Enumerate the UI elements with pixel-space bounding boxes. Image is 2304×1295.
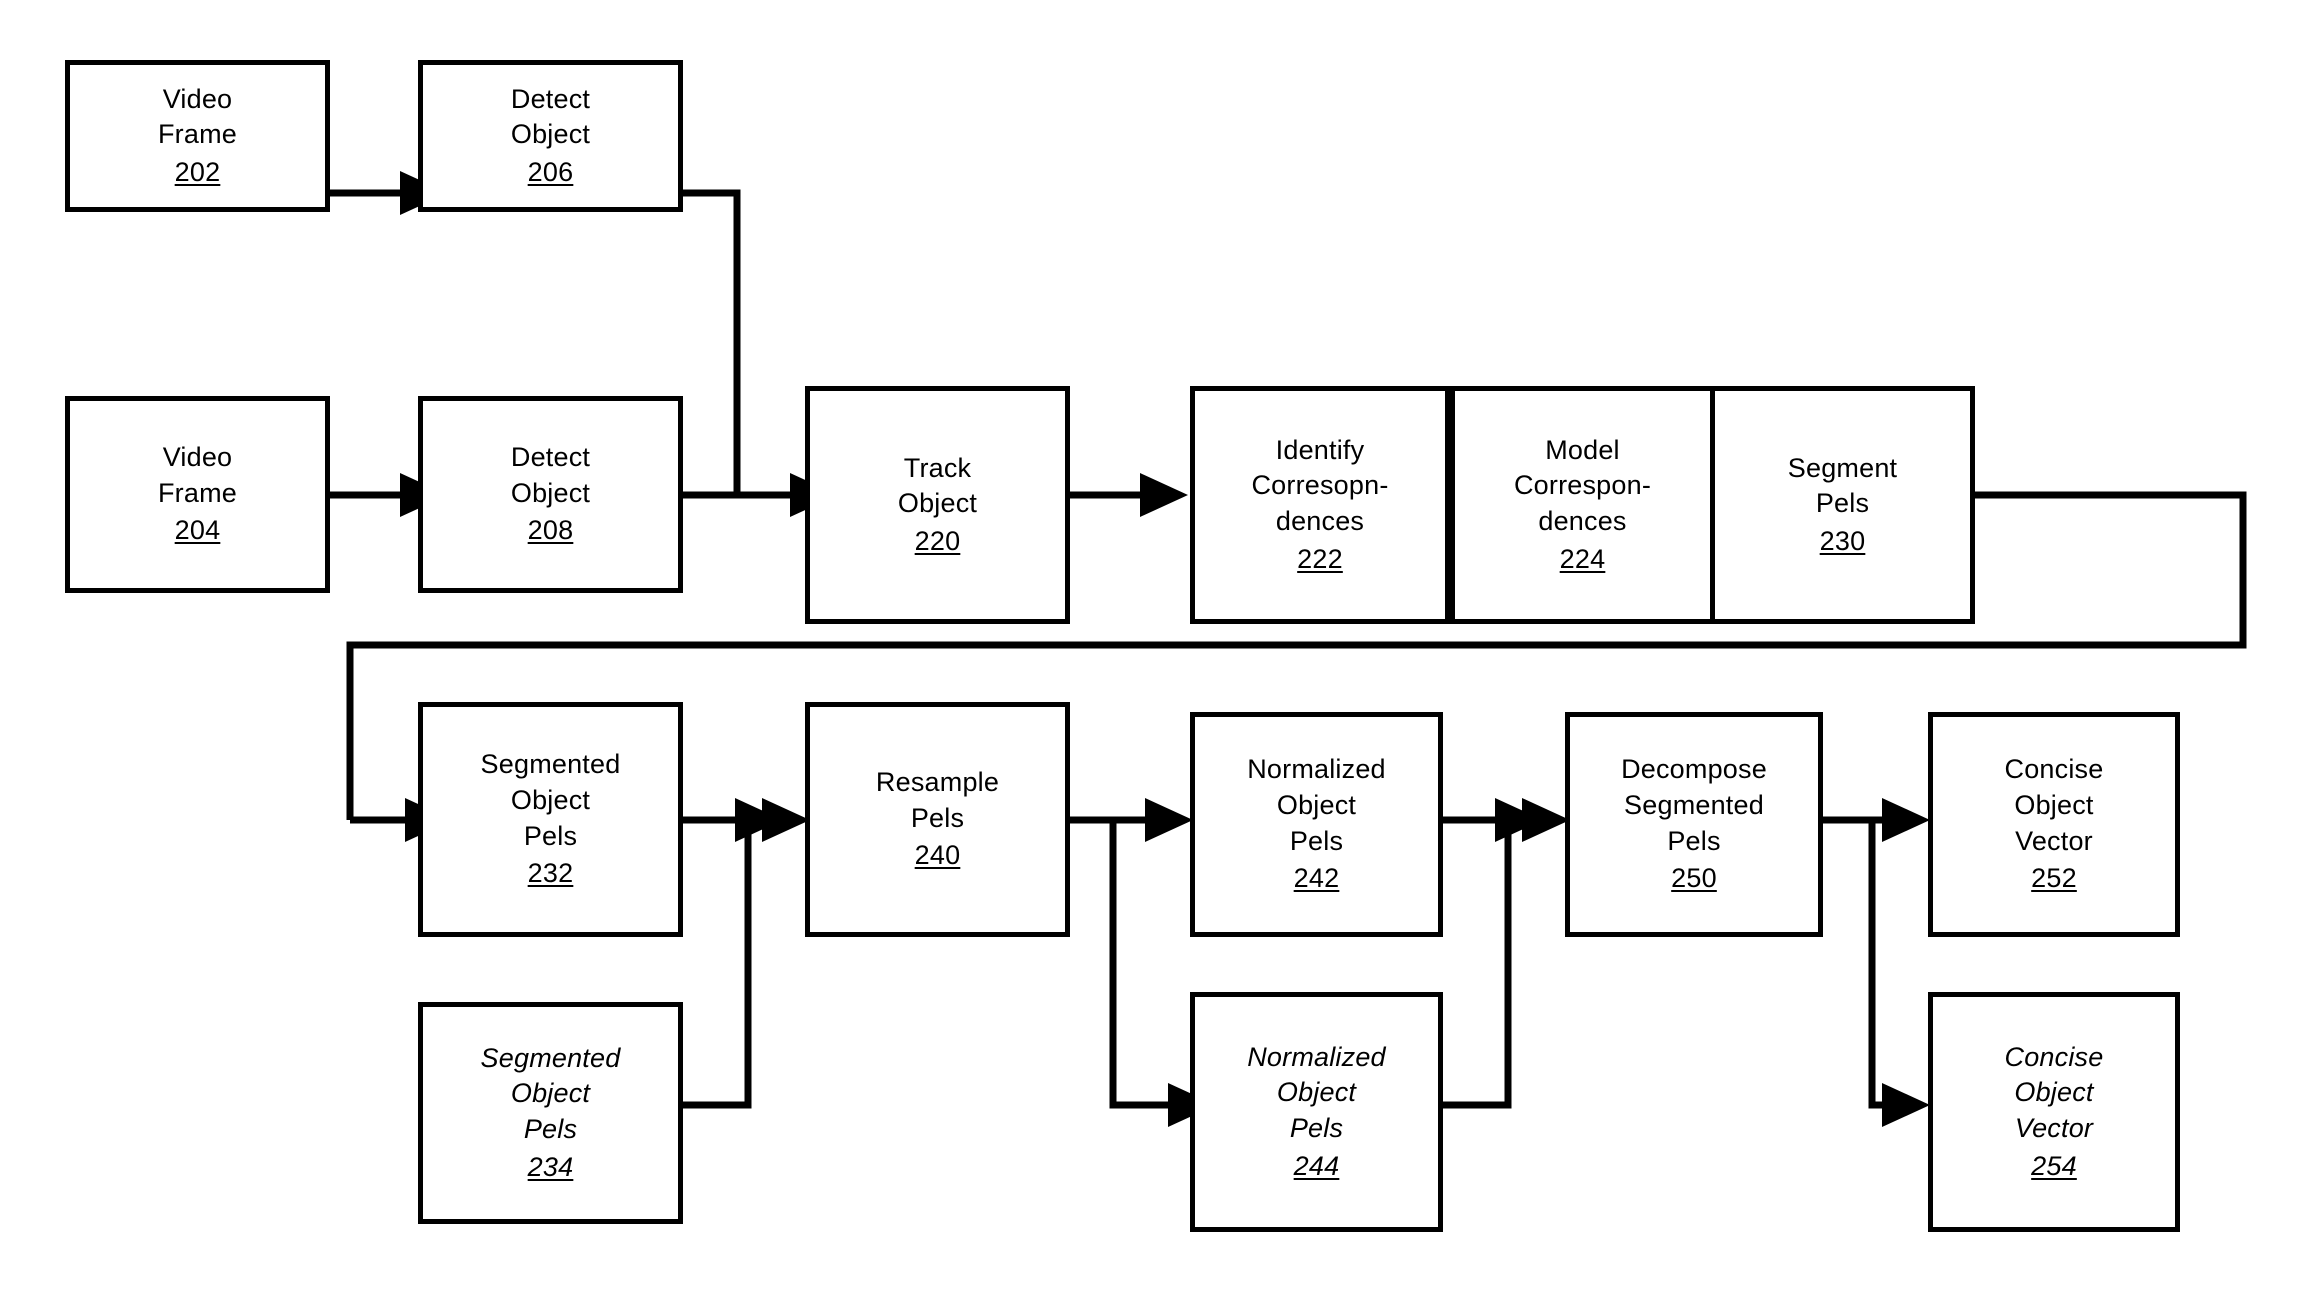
node-line: Vector bbox=[2014, 1113, 2094, 1143]
node-reference-number: 252 bbox=[2031, 863, 2077, 894]
node-line: Corresopn- bbox=[1251, 470, 1389, 501]
node-reference-number: 204 bbox=[174, 515, 221, 546]
node-normalized-object-pels-244[interactable]: Normalized Object Pels 244 bbox=[1190, 992, 1443, 1232]
node-reference-number: 224 bbox=[1559, 543, 1606, 574]
node-line: Detect bbox=[510, 83, 591, 114]
node-line: Pels bbox=[910, 802, 965, 833]
node-reference-number: 206 bbox=[527, 156, 574, 187]
node-concise-object-vector-252[interactable]: Concise Object Vector 252 bbox=[1928, 712, 2180, 937]
node-line: Segmented bbox=[480, 749, 621, 780]
node-line: Object bbox=[510, 1078, 591, 1109]
connector-242-250 bbox=[1443, 798, 1570, 842]
node-reference-number: 222 bbox=[1297, 543, 1343, 574]
node-reference-number: 244 bbox=[1293, 1150, 1340, 1181]
node-line: dences bbox=[1538, 506, 1627, 536]
node-video-frame-204[interactable]: Video Frame 204 bbox=[65, 396, 330, 593]
node-line: Object bbox=[2014, 1077, 2094, 1108]
node-reference-number: 230 bbox=[1819, 525, 1866, 556]
node-line: Video bbox=[162, 442, 233, 473]
node-line: Pels bbox=[1289, 825, 1344, 856]
node-reference-number: 242 bbox=[1293, 863, 1340, 894]
node-line: Object bbox=[510, 784, 591, 815]
node-line: Segment bbox=[1787, 452, 1898, 483]
node-line: Decompose bbox=[1621, 754, 1767, 785]
node-line: Normalized bbox=[1247, 1041, 1386, 1072]
node-line: Identify bbox=[1275, 434, 1365, 465]
node-detect-object-208[interactable]: Detect Object 208 bbox=[418, 396, 683, 593]
node-resample-pels-240[interactable]: Resample Pels 240 bbox=[805, 702, 1070, 937]
node-detect-object-206[interactable]: Detect Object 206 bbox=[418, 60, 683, 212]
node-line: Correspon- bbox=[1513, 470, 1652, 501]
node-line: Resample bbox=[875, 767, 1000, 798]
node-line: Normalized bbox=[1247, 754, 1386, 785]
node-line: Detect bbox=[510, 442, 591, 473]
node-reference-number: 208 bbox=[527, 515, 574, 546]
node-line: Segmented bbox=[480, 1042, 621, 1073]
node-video-frame-202[interactable]: Video Frame 202 bbox=[65, 60, 330, 212]
node-line: Object bbox=[1276, 789, 1357, 820]
node-model-correspondences-224[interactable]: Model Correspon- dences 224 bbox=[1450, 386, 1715, 624]
connector-234-240 bbox=[683, 820, 752, 1109]
node-line: Object bbox=[510, 119, 591, 150]
connector-232-240 bbox=[683, 798, 810, 842]
node-reference-number: 202 bbox=[174, 156, 221, 187]
node-concise-object-vector-254[interactable]: Concise Object Vector 254 bbox=[1928, 992, 2180, 1232]
connector-244-250 bbox=[1443, 820, 1512, 1109]
node-reference-number: 240 bbox=[914, 840, 961, 871]
node-line: Segmented bbox=[1624, 789, 1764, 820]
node-reference-number: 254 bbox=[2031, 1150, 2077, 1181]
node-segmented-object-pels-232[interactable]: Segmented Object Pels 232 bbox=[418, 702, 683, 937]
node-track-object-220[interactable]: Track Object 220 bbox=[805, 386, 1070, 624]
node-line: Frame bbox=[157, 477, 237, 508]
node-reference-number: 250 bbox=[1671, 863, 1717, 894]
node-line: dences bbox=[1275, 506, 1365, 536]
node-line: Pels bbox=[523, 820, 578, 851]
node-segment-pels-230[interactable]: Segment Pels 230 bbox=[1710, 386, 1975, 624]
node-line: Object bbox=[510, 477, 591, 508]
node-line: Pels bbox=[523, 1114, 578, 1144]
node-line: Pels bbox=[1667, 825, 1721, 856]
node-normalized-object-pels-242[interactable]: Normalized Object Pels 242 bbox=[1190, 712, 1443, 937]
node-line: Frame bbox=[157, 119, 237, 150]
node-line: Model bbox=[1545, 434, 1620, 465]
node-line: Pels bbox=[1815, 488, 1870, 519]
node-line: Concise bbox=[2004, 1041, 2104, 1072]
node-line: Vector bbox=[2015, 825, 2093, 856]
node-reference-number: 232 bbox=[527, 858, 574, 889]
connector-250-254 bbox=[1868, 820, 1930, 1127]
node-line: Concise bbox=[2004, 754, 2104, 785]
node-line: Track bbox=[903, 452, 972, 483]
connector-250-252 bbox=[1820, 798, 1930, 842]
node-reference-number: 220 bbox=[914, 525, 961, 556]
node-line: Object bbox=[897, 488, 978, 519]
node-line: Pels bbox=[1289, 1113, 1344, 1143]
connector-240-242 bbox=[1070, 798, 1193, 842]
node-identify-correspondences-222[interactable]: Identify Corresopn- dences 222 bbox=[1190, 386, 1450, 624]
node-line: Object bbox=[2014, 789, 2094, 820]
node-segmented-object-pels-234[interactable]: Segmented Object Pels 234 bbox=[418, 1002, 683, 1224]
node-reference-number: 234 bbox=[527, 1151, 574, 1182]
diagram-canvas: Video Frame 202 Detect Object 206 Video … bbox=[0, 0, 2304, 1295]
node-line: Object bbox=[1276, 1077, 1357, 1108]
connector-220-222 bbox=[1070, 473, 1188, 517]
node-line: Video bbox=[162, 83, 233, 114]
connector-206-220 bbox=[682, 189, 741, 495]
node-decompose-segmented-pels-250[interactable]: Decompose Segmented Pels 250 bbox=[1565, 712, 1823, 937]
